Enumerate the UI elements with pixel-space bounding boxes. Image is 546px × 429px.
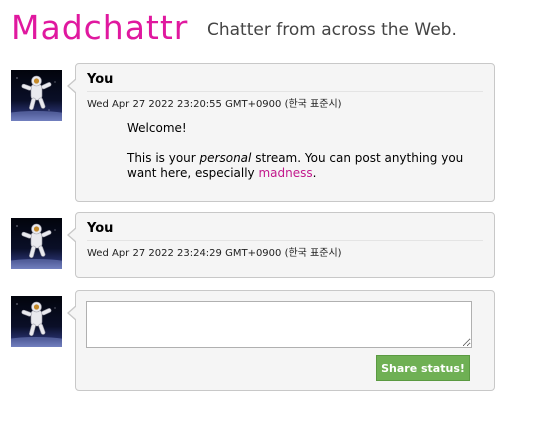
post-author: You bbox=[87, 221, 114, 236]
post-divider bbox=[87, 91, 483, 92]
post-timestamp: Wed Apr 27 2022 23:20:55 GMT+0900 (한국 표준… bbox=[87, 99, 342, 110]
post-divider bbox=[87, 240, 483, 241]
post-timestamp: Wed Apr 27 2022 23:24:29 GMT+0900 (한국 표준… bbox=[87, 248, 342, 259]
post-text: . bbox=[312, 166, 317, 180]
post-message: This is your personal stream. You can po… bbox=[127, 151, 467, 181]
post-body: Welcome! This is your personal stream. Y… bbox=[127, 121, 467, 196]
astronaut-avatar-icon bbox=[11, 218, 62, 269]
post-card: You Wed Apr 27 2022 23:20:55 GMT+0900 (한… bbox=[67, 63, 495, 202]
post-text: This is your bbox=[127, 151, 200, 165]
astronaut-avatar-icon bbox=[11, 70, 62, 121]
madness-link[interactable]: madness bbox=[258, 166, 312, 180]
app-tagline: Chatter from across the Web. bbox=[207, 20, 457, 40]
post-author: You bbox=[87, 72, 114, 87]
post-card: You Wed Apr 27 2022 23:24:29 GMT+0900 (한… bbox=[67, 212, 495, 278]
post-emphasis: personal bbox=[199, 151, 252, 165]
astronaut-avatar-icon bbox=[11, 296, 62, 347]
post-greeting: Welcome! bbox=[127, 121, 187, 135]
app-logo: Madchattr bbox=[11, 8, 189, 47]
status-input[interactable] bbox=[86, 301, 472, 348]
share-status-button[interactable]: Share status! bbox=[376, 355, 470, 381]
composer-card: Share status! bbox=[67, 290, 495, 391]
